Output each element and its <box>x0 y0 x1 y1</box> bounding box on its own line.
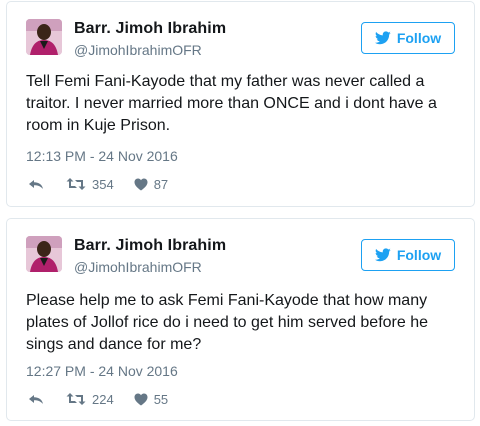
reply-icon <box>29 180 43 189</box>
reply-icon <box>29 395 43 404</box>
tweet-timestamp[interactable]: 12:27 PM - 24 Nov 2016 <box>26 363 178 379</box>
retweet-icon <box>66 178 86 190</box>
tweet-card: Barr. Jimoh Ibrahim @JimohIbrahimOFR Fol… <box>6 218 475 421</box>
follow-label: Follow <box>396 30 442 46</box>
retweet-count: 354 <box>92 176 114 192</box>
twitter-bird-icon <box>374 31 391 45</box>
tweet-text: Please help me to ask Femi Fani-Kayode t… <box>26 292 429 353</box>
heart-icon <box>134 393 148 405</box>
like-count: 87 <box>153 176 169 192</box>
author-name[interactable]: Barr. Jimoh Ibrahim <box>74 237 226 255</box>
retweet-icon <box>66 393 86 405</box>
retweet-button[interactable]: 354 <box>66 177 114 192</box>
author-handle[interactable]: @JimohIbrahimOFR <box>74 42 202 58</box>
reply-button[interactable] <box>28 392 44 406</box>
tweet-actions: 224 55 <box>28 389 168 409</box>
like-count: 55 <box>153 391 169 407</box>
author-handle[interactable]: @JimohIbrahimOFR <box>74 259 202 275</box>
author-name[interactable]: Barr. Jimoh Ibrahim <box>74 20 226 38</box>
retweet-button[interactable]: 224 <box>66 392 114 407</box>
follow-button[interactable]: Follow <box>361 22 455 54</box>
tweet-text: Tell Femi Fani-Kayode that my father was… <box>26 73 437 134</box>
tweet-actions: 354 87 <box>28 174 168 194</box>
twitter-bird-icon <box>374 248 391 262</box>
avatar[interactable] <box>26 236 62 272</box>
tweet-timestamp[interactable]: 12:13 PM - 24 Nov 2016 <box>26 148 178 164</box>
like-button[interactable]: 55 <box>134 392 168 407</box>
follow-button[interactable]: Follow <box>361 239 455 271</box>
reply-button[interactable] <box>28 177 44 191</box>
retweet-count: 224 <box>92 391 114 407</box>
avatar[interactable] <box>26 19 62 55</box>
heart-icon <box>134 178 148 190</box>
tweet-card: Barr. Jimoh Ibrahim @JimohIbrahimOFR Fol… <box>6 1 475 207</box>
like-button[interactable]: 87 <box>134 177 168 192</box>
follow-label: Follow <box>396 247 442 263</box>
